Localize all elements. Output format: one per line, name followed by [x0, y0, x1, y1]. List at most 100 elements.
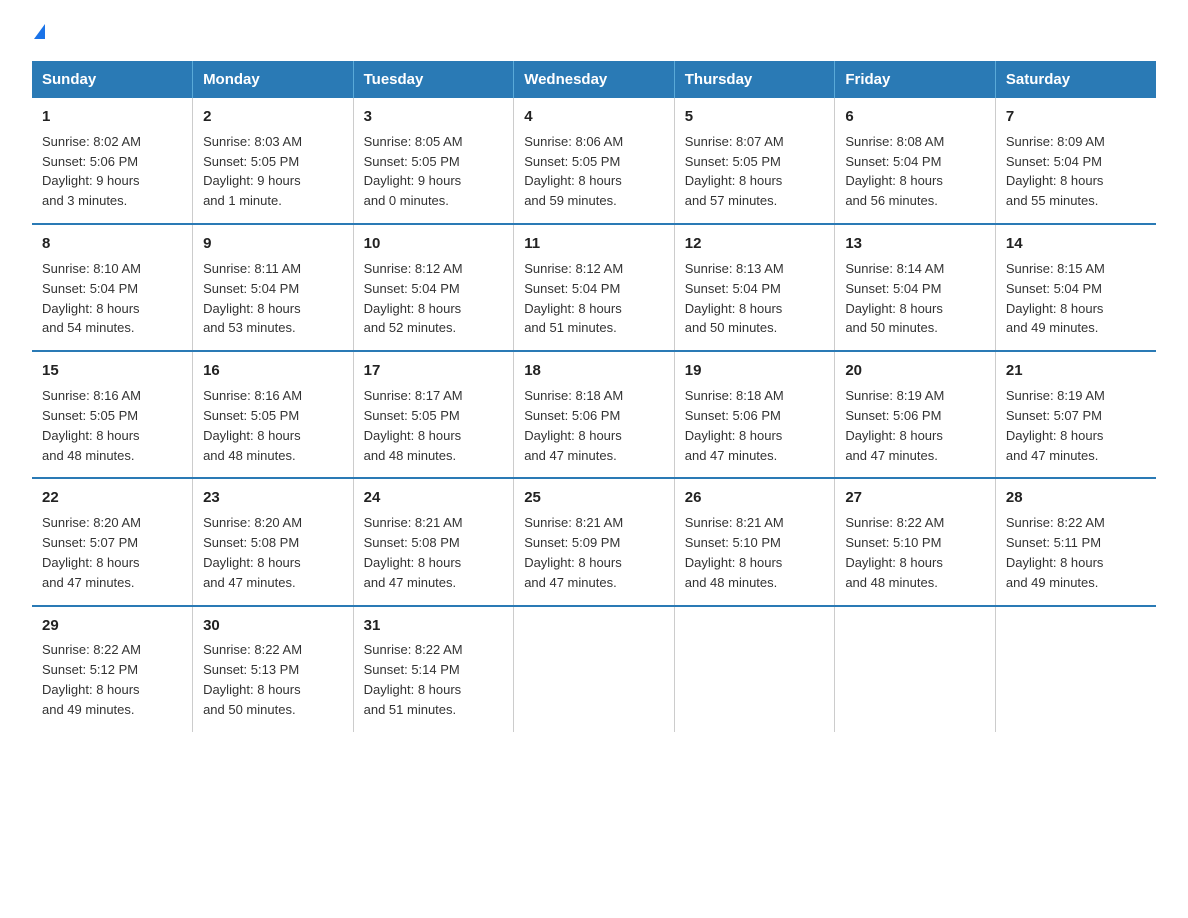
- day-number: 23: [203, 487, 343, 509]
- week-row-1: 1Sunrise: 8:02 AMSunset: 5:06 PMDaylight…: [32, 98, 1156, 224]
- day-info: Sunrise: 8:07 AMSunset: 5:05 PMDaylight:…: [685, 134, 784, 209]
- day-cell: [835, 606, 996, 732]
- day-cell: 5 Sunrise: 8:07 AMSunset: 5:05 PMDaylight…: [674, 98, 835, 224]
- day-cell: [995, 606, 1156, 732]
- day-number: 19: [685, 360, 825, 382]
- day-number: 27: [845, 487, 985, 509]
- day-number: 26: [685, 487, 825, 509]
- day-info: Sunrise: 8:18 AMSunset: 5:06 PMDaylight:…: [524, 388, 623, 463]
- day-number: 6: [845, 106, 985, 128]
- day-info: Sunrise: 8:22 AMSunset: 5:13 PMDaylight:…: [203, 642, 302, 717]
- day-cell: 21 Sunrise: 8:19 AMSunset: 5:07 PMDayligh…: [995, 351, 1156, 478]
- day-cell: 9Sunrise: 8:11 AMSunset: 5:04 PMDaylight…: [193, 224, 354, 351]
- day-cell: 23 Sunrise: 8:20 AMSunset: 5:08 PMDayligh…: [193, 478, 354, 605]
- day-number: 29: [42, 615, 182, 637]
- week-row-4: 22 Sunrise: 8:20 AMSunset: 5:07 PMDayligh…: [32, 478, 1156, 605]
- day-cell: 12 Sunrise: 8:13 AMSunset: 5:04 PMDayligh…: [674, 224, 835, 351]
- day-info: Sunrise: 8:08 AMSunset: 5:04 PMDaylight:…: [845, 134, 944, 209]
- day-number: 24: [364, 487, 504, 509]
- header-thursday: Thursday: [674, 61, 835, 98]
- day-number: 21: [1006, 360, 1146, 382]
- day-info: Sunrise: 8:21 AMSunset: 5:08 PMDaylight:…: [364, 515, 463, 590]
- day-number: 5: [685, 106, 825, 128]
- day-cell: 18Sunrise: 8:18 AMSunset: 5:06 PMDayligh…: [514, 351, 675, 478]
- day-number: 8: [42, 233, 182, 255]
- logo: [32, 24, 45, 43]
- day-info: Sunrise: 8:16 AMSunset: 5:05 PMDaylight:…: [42, 388, 141, 463]
- day-number: 14: [1006, 233, 1146, 255]
- day-number: 28: [1006, 487, 1146, 509]
- header-sunday: Sunday: [32, 61, 193, 98]
- day-cell: 11 Sunrise: 8:12 AMSunset: 5:04 PMDayligh…: [514, 224, 675, 351]
- day-cell: 27 Sunrise: 8:22 AMSunset: 5:10 PMDayligh…: [835, 478, 996, 605]
- day-number: 9: [203, 233, 343, 255]
- page-header: [32, 24, 1156, 43]
- day-info: Sunrise: 8:18 AMSunset: 5:06 PMDaylight:…: [685, 388, 784, 463]
- week-row-3: 15 Sunrise: 8:16 AMSunset: 5:05 PMDayligh…: [32, 351, 1156, 478]
- day-info: Sunrise: 8:20 AMSunset: 5:07 PMDaylight:…: [42, 515, 141, 590]
- week-row-5: 29 Sunrise: 8:22 AMSunset: 5:12 PMDayligh…: [32, 606, 1156, 732]
- day-info: Sunrise: 8:21 AMSunset: 5:09 PMDaylight:…: [524, 515, 623, 590]
- day-info: Sunrise: 8:03 AMSunset: 5:05 PMDaylight:…: [203, 134, 302, 209]
- day-cell: 31 Sunrise: 8:22 AMSunset: 5:14 PMDayligh…: [353, 606, 514, 732]
- day-number: 15: [42, 360, 182, 382]
- day-number: 16: [203, 360, 343, 382]
- day-cell: 3Sunrise: 8:05 AMSunset: 5:05 PMDaylight…: [353, 98, 514, 224]
- day-cell: 1Sunrise: 8:02 AMSunset: 5:06 PMDaylight…: [32, 98, 193, 224]
- day-cell: 6 Sunrise: 8:08 AMSunset: 5:04 PMDaylight…: [835, 98, 996, 224]
- day-info: Sunrise: 8:17 AMSunset: 5:05 PMDaylight:…: [364, 388, 463, 463]
- day-cell: [514, 606, 675, 732]
- day-info: Sunrise: 8:12 AMSunset: 5:04 PMDaylight:…: [524, 261, 623, 336]
- day-info: Sunrise: 8:06 AMSunset: 5:05 PMDaylight:…: [524, 134, 623, 209]
- day-info: Sunrise: 8:12 AMSunset: 5:04 PMDaylight:…: [364, 261, 463, 336]
- day-cell: 20 Sunrise: 8:19 AMSunset: 5:06 PMDayligh…: [835, 351, 996, 478]
- day-number: 11: [524, 233, 664, 255]
- day-number: 31: [364, 615, 504, 637]
- day-cell: 28Sunrise: 8:22 AMSunset: 5:11 PMDayligh…: [995, 478, 1156, 605]
- day-number: 25: [524, 487, 664, 509]
- day-info: Sunrise: 8:10 AMSunset: 5:04 PMDaylight:…: [42, 261, 141, 336]
- day-cell: 26 Sunrise: 8:21 AMSunset: 5:10 PMDayligh…: [674, 478, 835, 605]
- day-cell: 2 Sunrise: 8:03 AMSunset: 5:05 PMDaylight…: [193, 98, 354, 224]
- header-monday: Monday: [193, 61, 354, 98]
- day-number: 20: [845, 360, 985, 382]
- day-info: Sunrise: 8:19 AMSunset: 5:07 PMDaylight:…: [1006, 388, 1105, 463]
- day-info: Sunrise: 8:22 AMSunset: 5:12 PMDaylight:…: [42, 642, 141, 717]
- day-cell: 8 Sunrise: 8:10 AMSunset: 5:04 PMDaylight…: [32, 224, 193, 351]
- header-saturday: Saturday: [995, 61, 1156, 98]
- day-cell: 17 Sunrise: 8:17 AMSunset: 5:05 PMDayligh…: [353, 351, 514, 478]
- day-info: Sunrise: 8:22 AMSunset: 5:14 PMDaylight:…: [364, 642, 463, 717]
- day-cell: 15 Sunrise: 8:16 AMSunset: 5:05 PMDayligh…: [32, 351, 193, 478]
- day-info: Sunrise: 8:02 AMSunset: 5:06 PMDaylight:…: [42, 134, 141, 209]
- day-cell: 4Sunrise: 8:06 AMSunset: 5:05 PMDaylight…: [514, 98, 675, 224]
- day-info: Sunrise: 8:22 AMSunset: 5:10 PMDaylight:…: [845, 515, 944, 590]
- day-cell: 7Sunrise: 8:09 AMSunset: 5:04 PMDaylight…: [995, 98, 1156, 224]
- day-number: 17: [364, 360, 504, 382]
- day-info: Sunrise: 8:19 AMSunset: 5:06 PMDaylight:…: [845, 388, 944, 463]
- week-row-2: 8 Sunrise: 8:10 AMSunset: 5:04 PMDaylight…: [32, 224, 1156, 351]
- day-info: Sunrise: 8:13 AMSunset: 5:04 PMDaylight:…: [685, 261, 784, 336]
- day-info: Sunrise: 8:20 AMSunset: 5:08 PMDaylight:…: [203, 515, 302, 590]
- header-wednesday: Wednesday: [514, 61, 675, 98]
- day-cell: 16 Sunrise: 8:16 AMSunset: 5:05 PMDayligh…: [193, 351, 354, 478]
- day-info: Sunrise: 8:05 AMSunset: 5:05 PMDaylight:…: [364, 134, 463, 209]
- day-info: Sunrise: 8:16 AMSunset: 5:05 PMDaylight:…: [203, 388, 302, 463]
- day-number: 13: [845, 233, 985, 255]
- day-info: Sunrise: 8:14 AMSunset: 5:04 PMDaylight:…: [845, 261, 944, 336]
- day-number: 12: [685, 233, 825, 255]
- header-friday: Friday: [835, 61, 996, 98]
- day-info: Sunrise: 8:21 AMSunset: 5:10 PMDaylight:…: [685, 515, 784, 590]
- day-cell: [674, 606, 835, 732]
- day-cell: 14 Sunrise: 8:15 AMSunset: 5:04 PMDayligh…: [995, 224, 1156, 351]
- day-number: 10: [364, 233, 504, 255]
- day-cell: 19 Sunrise: 8:18 AMSunset: 5:06 PMDayligh…: [674, 351, 835, 478]
- day-cell: 29 Sunrise: 8:22 AMSunset: 5:12 PMDayligh…: [32, 606, 193, 732]
- day-info: Sunrise: 8:15 AMSunset: 5:04 PMDaylight:…: [1006, 261, 1105, 336]
- day-cell: 10 Sunrise: 8:12 AMSunset: 5:04 PMDayligh…: [353, 224, 514, 351]
- calendar-table: SundayMondayTuesdayWednesdayThursdayFrid…: [32, 61, 1156, 732]
- day-number: 22: [42, 487, 182, 509]
- calendar-body: 1Sunrise: 8:02 AMSunset: 5:06 PMDaylight…: [32, 98, 1156, 732]
- day-number: 2: [203, 106, 343, 128]
- day-cell: 30 Sunrise: 8:22 AMSunset: 5:13 PMDayligh…: [193, 606, 354, 732]
- day-number: 30: [203, 615, 343, 637]
